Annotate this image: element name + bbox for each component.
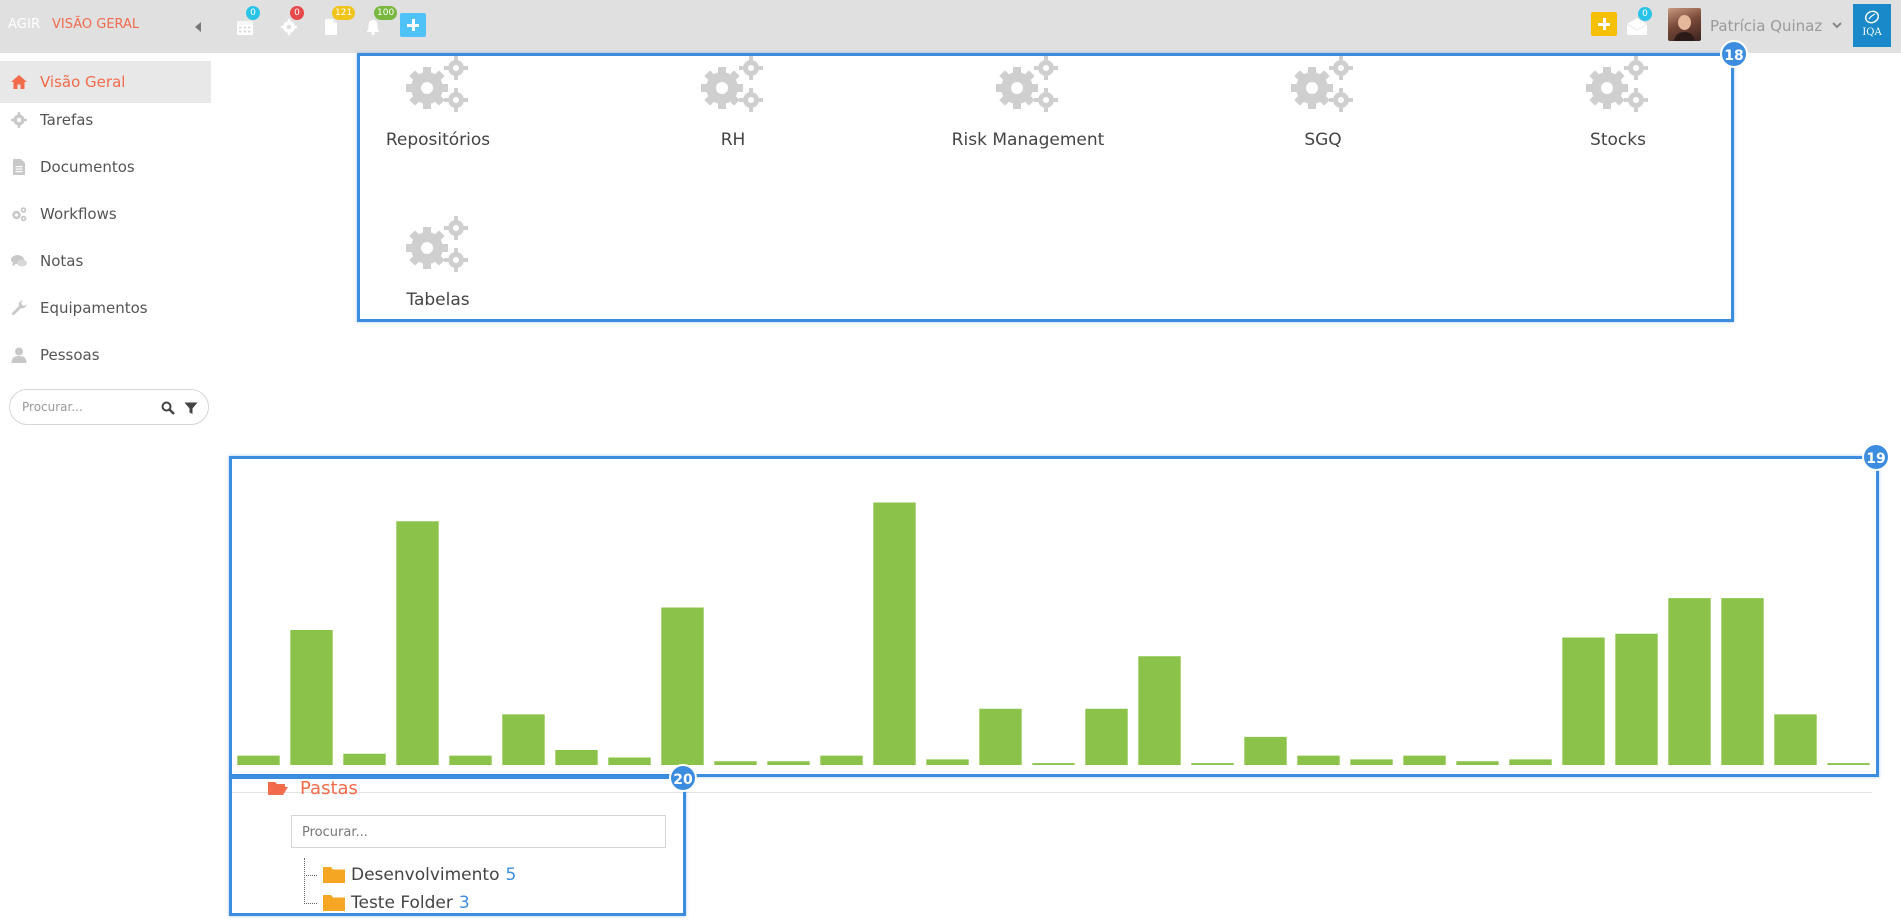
folders-highlight-box [229, 776, 686, 916]
sidebar-item-visao-geral[interactable]: Visão Geral [0, 61, 211, 103]
documents-count-badge: 121 [332, 6, 356, 20]
logo-mark-icon [1864, 10, 1880, 24]
highlight-badge-20: 20 [669, 764, 697, 792]
file-icon [10, 158, 28, 176]
gears-icon [701, 56, 763, 112]
sidebar-item-label: Documentos [40, 158, 135, 176]
sidebar-search [9, 389, 209, 425]
home-icon [10, 73, 28, 91]
gears-icon [996, 56, 1058, 112]
notifications-count-badge: 100 [374, 6, 398, 20]
app-stocks[interactable]: Stocks [1528, 54, 1708, 150]
gears-icon [10, 205, 28, 223]
quick-add-button[interactable] [400, 13, 426, 37]
messages-button[interactable]: 0 [1626, 7, 1652, 36]
gears-icon [406, 216, 468, 272]
app-risk-management[interactable]: Risk Management [938, 54, 1118, 150]
comments-icon [10, 252, 28, 270]
calendar-count-badge: 0 [246, 6, 260, 20]
app-label: RH [720, 130, 746, 150]
tasks-button[interactable]: 0 [280, 6, 304, 36]
logo-text: IQA [1862, 27, 1882, 38]
gears-icon [1291, 56, 1353, 112]
app-rh[interactable]: RH [643, 54, 823, 150]
sidebar-search-input[interactable] [22, 398, 152, 416]
messages-count-badge: 0 [1638, 7, 1652, 21]
sidebar-item-notas[interactable]: Notas [0, 244, 211, 291]
sidebar-item-workflows[interactable]: Workflows [0, 197, 211, 244]
sidebar-item-label: Visão Geral [40, 73, 126, 91]
sidebar-item-label: Notas [40, 252, 84, 270]
sidebar-item-label: Workflows [40, 205, 117, 223]
highlight-badge-19: 19 [1862, 443, 1890, 471]
sidebar-item-label: Pessoas [40, 346, 100, 364]
app-repositorios[interactable]: Repositórios [348, 54, 528, 150]
top-bar: AGIR VISÃO GERAL 0 0 121 100 0 Patrícia … [0, 0, 1901, 53]
user-icon [10, 346, 28, 364]
gears-icon [406, 56, 468, 112]
sidebar: Visão Geral Tarefas Documentos Workflows… [0, 53, 211, 425]
bell-icon [366, 20, 380, 36]
sidebar-collapse-icon[interactable] [192, 17, 206, 35]
user-name[interactable]: Patrícia Quinaz [1710, 17, 1822, 35]
highlight-badge-18: 18 [1720, 40, 1748, 68]
notifications-button[interactable]: 100 [364, 6, 398, 36]
app-label: Repositórios [385, 130, 491, 150]
company-logo[interactable]: IQA [1853, 4, 1891, 47]
wrench-icon [10, 299, 28, 317]
document-icon [325, 19, 337, 35]
gears-icon [1586, 56, 1648, 112]
breadcrumb[interactable]: VISÃO GERAL [52, 17, 139, 32]
brand-label[interactable]: AGIR [8, 17, 40, 32]
gear-icon [10, 111, 28, 129]
documents-button[interactable]: 121 [322, 6, 356, 36]
calendar-button[interactable]: 0 [236, 6, 260, 36]
app-label: Stocks [1590, 130, 1646, 150]
sidebar-item-equipamentos[interactable]: Equipamentos [0, 291, 211, 338]
sidebar-item-label: Tarefas [40, 111, 94, 129]
filter-icon[interactable] [183, 400, 199, 416]
sidebar-item-documentos[interactable]: Documentos [0, 150, 211, 197]
sidebar-item-label: Equipamentos [40, 299, 148, 317]
chevron-down-icon[interactable] [1832, 20, 1842, 30]
calendar-icon [237, 21, 253, 35]
search-icon[interactable] [160, 400, 176, 416]
gear-icon [280, 18, 298, 36]
avatar[interactable] [1668, 8, 1701, 41]
app-tabelas[interactable]: Tabelas [348, 214, 528, 310]
sidebar-item-tarefas[interactable]: Tarefas [0, 103, 211, 150]
app-label: SGQ [1304, 130, 1342, 150]
app-label: Tabelas [406, 290, 470, 310]
sidebar-item-pessoas[interactable]: Pessoas [0, 338, 211, 385]
app-label: Risk Management [951, 130, 1105, 150]
app-sgq[interactable]: SGQ [1233, 54, 1413, 150]
tasks-count-badge: 0 [290, 6, 304, 20]
create-button[interactable] [1591, 12, 1617, 36]
chart-highlight-box [229, 456, 1879, 777]
